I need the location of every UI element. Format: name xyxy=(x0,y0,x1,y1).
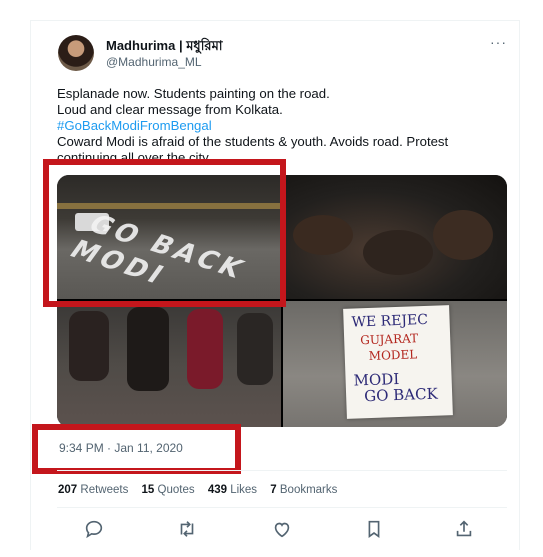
reply-icon[interactable] xyxy=(83,518,105,540)
quotes-stat[interactable]: 15 Quotes xyxy=(142,484,195,496)
user-handle[interactable]: @Madhurima_ML xyxy=(106,55,202,69)
likes-count: 439 xyxy=(207,484,227,496)
bookmark-icon[interactable] xyxy=(363,518,385,540)
more-icon[interactable]: ··· xyxy=(490,34,507,50)
quotes-count: 15 xyxy=(141,484,155,496)
tweet-text-line: Loud and clear message from Kolkata. xyxy=(57,102,283,117)
photo-street-crowd[interactable] xyxy=(57,301,281,427)
action-bar xyxy=(57,516,507,542)
highlight-box-photo xyxy=(43,159,286,307)
retweet-icon[interactable] xyxy=(176,518,198,540)
sign-line: MODEL xyxy=(368,347,418,364)
sign-line: WE REJEC xyxy=(351,311,429,331)
avatar[interactable] xyxy=(58,35,94,71)
protest-sign: WE REJEC GUJARAT MODEL MODI GO BACK xyxy=(343,305,453,419)
tweet-text-line: Esplanade now. Students painting on the … xyxy=(57,86,330,101)
bookmarks-count: 7 xyxy=(270,484,277,496)
divider xyxy=(57,507,507,508)
photo-night-crowd[interactable] xyxy=(283,175,507,299)
photo-protest-sign[interactable]: WE REJEC GUJARAT MODEL MODI GO BACK xyxy=(283,301,507,427)
bookmarks-label: Bookmarks xyxy=(279,484,338,496)
hashtag-link[interactable]: #GoBackModiFromBengal xyxy=(57,118,487,134)
quotes-label: Quotes xyxy=(157,484,195,496)
engagement-stats: 207 Retweets 15 Quotes 439 Likes 7 Bookm… xyxy=(58,484,347,496)
likes-label: Likes xyxy=(230,484,258,496)
retweets-label: Retweets xyxy=(80,484,129,496)
share-icon[interactable] xyxy=(453,518,475,540)
tweet-timestamp[interactable]: 9:34 PM · Jan 11, 2020 xyxy=(59,441,183,455)
likes-stat[interactable]: 439 Likes xyxy=(208,484,257,496)
retweets-stat[interactable]: 207 Retweets xyxy=(58,484,128,496)
divider xyxy=(57,470,507,471)
tweet-text-line: Coward Modi is afraid of the students & … xyxy=(57,134,449,149)
tweet-text: Esplanade now. Students painting on the … xyxy=(57,86,487,164)
like-icon[interactable] xyxy=(271,518,293,540)
sign-line: GO BACK xyxy=(363,384,439,406)
bookmarks-stat[interactable]: 7 Bookmarks xyxy=(270,484,337,496)
retweets-count: 207 xyxy=(58,484,78,496)
